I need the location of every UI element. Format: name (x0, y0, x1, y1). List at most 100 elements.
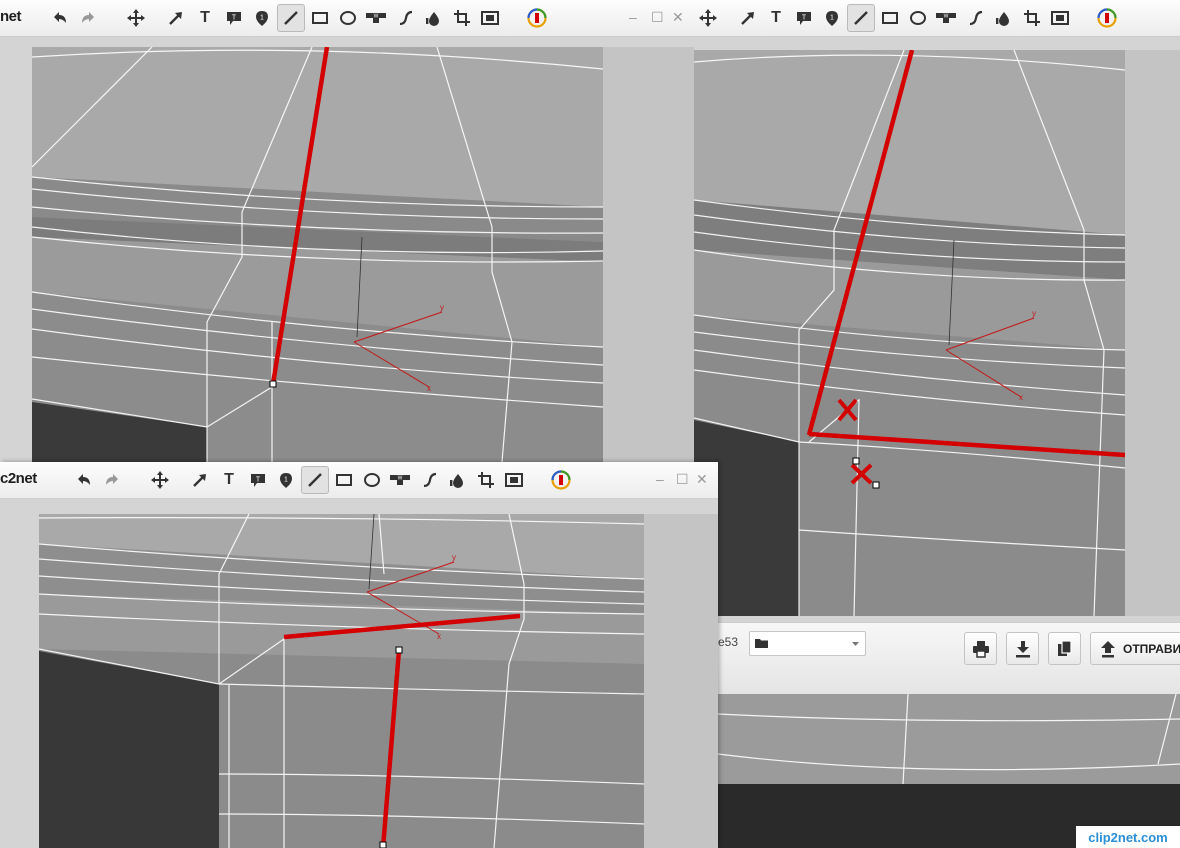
stamp-icon[interactable]: W (387, 467, 413, 493)
line-handle[interactable] (395, 646, 403, 654)
text-icon[interactable]: T (192, 5, 218, 31)
arrow-icon[interactable] (163, 5, 189, 31)
marker-icon[interactable]: 1 (249, 5, 275, 31)
crop-icon[interactable] (449, 5, 475, 31)
ellipse-icon[interactable] (905, 5, 931, 31)
line-icon[interactable] (277, 4, 305, 32)
rectangle-icon[interactable] (877, 5, 903, 31)
blur-icon[interactable] (991, 5, 1017, 31)
shape-handle[interactable] (872, 481, 880, 489)
svg-text:W: W (374, 14, 379, 20)
shape-handle[interactable] (852, 457, 860, 465)
freehand-icon[interactable] (417, 467, 443, 493)
rectangle-icon[interactable] (331, 467, 357, 493)
text-icon[interactable]: T (216, 467, 242, 493)
screenshot-viewport: y x (39, 514, 644, 848)
undo-icon[interactable] (47, 5, 73, 31)
redo-icon[interactable] (75, 5, 101, 31)
send-label: ОТПРАВИ (1123, 641, 1180, 656)
svg-text:T: T (256, 477, 261, 484)
svg-text:1: 1 (260, 15, 264, 22)
toolbar: net T T 1 W – ☐ ✕ (0, 0, 694, 37)
app-logo: c2net (0, 470, 37, 487)
close-button[interactable]: ✕ (672, 9, 684, 25)
copy-icon (1057, 639, 1072, 656)
text-icon[interactable]: T (763, 5, 789, 31)
svg-text:y: y (452, 553, 456, 562)
svg-text:1: 1 (830, 15, 834, 22)
download-icon (1015, 640, 1030, 657)
close-button[interactable]: ✕ (696, 471, 708, 487)
svg-text:T: T (802, 15, 807, 22)
scroll-gutter (603, 47, 694, 462)
line-icon[interactable] (847, 4, 875, 32)
move-icon[interactable] (695, 5, 721, 31)
editor-window-bottom-left: c2net T T 1 W – ☐ ✕ y x (0, 462, 718, 848)
partial-field-text: e53 (718, 635, 739, 649)
blur-icon[interactable] (421, 5, 447, 31)
color-icon[interactable] (1094, 5, 1120, 31)
svg-text:y: y (440, 303, 444, 312)
resize-icon[interactable] (1047, 5, 1073, 31)
crop-icon[interactable] (1019, 5, 1045, 31)
marker-icon[interactable]: 1 (819, 5, 845, 31)
crop-icon[interactable] (473, 467, 499, 493)
share-bar: e53 ОТПРАВИ (718, 622, 1180, 695)
move-icon[interactable] (147, 467, 173, 493)
color-icon[interactable] (524, 5, 550, 31)
editor-window-top-left: net T T 1 W – ☐ ✕ y x (0, 0, 694, 462)
copy-button[interactable] (1048, 632, 1081, 665)
freehand-icon[interactable] (963, 5, 989, 31)
svg-text:T: T (232, 15, 237, 22)
arrow-icon[interactable] (735, 5, 761, 31)
freehand-icon[interactable] (393, 5, 419, 31)
resize-icon[interactable] (501, 467, 527, 493)
minimize-button[interactable]: – (629, 9, 637, 25)
watermark-text: clip2net.com (1088, 829, 1168, 845)
callout-icon[interactable]: T (221, 5, 247, 31)
stamp-icon[interactable]: W (363, 5, 389, 31)
folder-select[interactable] (749, 631, 866, 656)
ellipse-icon[interactable] (335, 5, 361, 31)
download-button[interactable] (1006, 632, 1039, 665)
marker-icon[interactable]: 1 (273, 467, 299, 493)
callout-icon[interactable]: T (245, 467, 271, 493)
background-screenshot (718, 694, 1180, 848)
scroll-gutter (1125, 50, 1180, 616)
move-icon[interactable] (123, 5, 149, 31)
svg-text:y: y (1032, 309, 1036, 318)
svg-text:x: x (437, 632, 441, 641)
resize-icon[interactable] (477, 5, 503, 31)
print-button[interactable] (964, 632, 997, 665)
line-icon[interactable] (301, 466, 329, 494)
screenshot-viewport: y x (32, 47, 603, 462)
print-icon (972, 640, 989, 658)
line-handle[interactable] (379, 841, 387, 848)
svg-text:1: 1 (284, 477, 288, 484)
redo-icon[interactable] (99, 467, 125, 493)
toolbar: T T 1 W (694, 0, 1180, 37)
maximize-button[interactable]: ☐ (651, 9, 664, 25)
ellipse-icon[interactable] (359, 467, 385, 493)
undo-icon[interactable] (71, 467, 97, 493)
toolbar: c2net T T 1 W – ☐ ✕ (0, 462, 718, 499)
folder-icon (755, 639, 768, 648)
send-button[interactable]: ОТПРАВИ (1090, 632, 1180, 665)
editor-window-top-right: T T 1 W y x e53 ОТПРАВИ clip2net.com (694, 0, 1180, 848)
line-handle[interactable] (269, 380, 277, 388)
rectangle-icon[interactable] (307, 5, 333, 31)
blur-icon[interactable] (445, 467, 471, 493)
screenshot-viewport: y x (694, 50, 1125, 616)
minimize-button[interactable]: – (656, 471, 664, 487)
svg-text:W: W (398, 476, 403, 482)
svg-text:W: W (944, 14, 949, 20)
svg-text:x: x (427, 384, 431, 393)
maximize-button[interactable]: ☐ (676, 471, 689, 487)
arrow-icon[interactable] (187, 467, 213, 493)
callout-icon[interactable]: T (791, 5, 817, 31)
upload-icon (1101, 640, 1115, 657)
stamp-icon[interactable]: W (933, 5, 959, 31)
color-icon[interactable] (548, 467, 574, 493)
clip2net-watermark: clip2net.com (1076, 826, 1180, 848)
chevron-down-icon (852, 642, 859, 646)
